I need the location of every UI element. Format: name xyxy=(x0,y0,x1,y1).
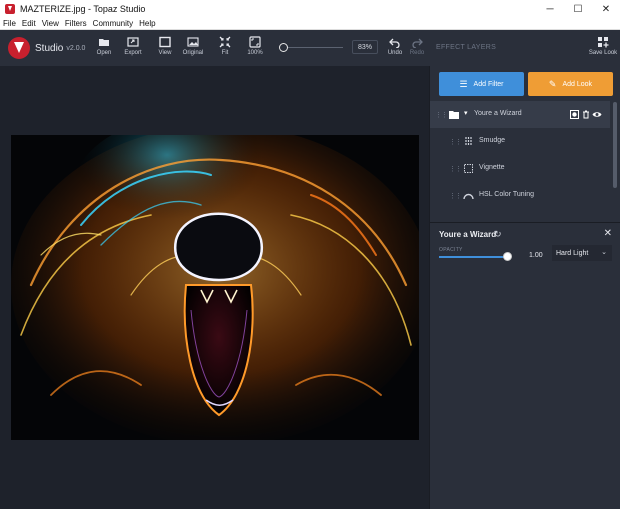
menu-edit[interactable]: Edit xyxy=(19,19,39,28)
add-filter-label: Add Filter xyxy=(473,80,504,88)
redo-icon xyxy=(412,38,423,48)
view-label: View xyxy=(158,50,172,56)
zoom-slider-handle[interactable] xyxy=(279,43,288,52)
layer-name: Vignette xyxy=(479,164,505,171)
effects-panel: ☰ Add Filter ✎ Add Look ⋮⋮ ▾ Youre a Wiz… xyxy=(429,66,620,509)
drag-handle-icon[interactable]: ⋮⋮ xyxy=(435,111,448,119)
save-look-icon xyxy=(598,37,609,48)
studio-name: Studio xyxy=(35,42,64,54)
export-icon xyxy=(127,37,139,47)
redo-button[interactable]: Redo xyxy=(404,36,430,56)
menu-bar: File Edit View Filters Community Help xyxy=(0,18,620,30)
actual-size-label: 100% xyxy=(247,50,263,56)
layer-list: ⋮⋮ ▾ Youre a Wizard ⋮⋮ Smudge ⋮⋮ Vignett… xyxy=(430,101,610,219)
menu-help[interactable]: Help xyxy=(136,19,158,28)
smudge-icon xyxy=(465,137,472,146)
open-label: Open xyxy=(96,50,112,56)
actual-size-icon xyxy=(249,36,261,48)
menu-community[interactable]: Community xyxy=(90,19,136,28)
menu-filters[interactable]: Filters xyxy=(62,19,90,28)
close-window-button[interactable]: ✕ xyxy=(592,0,620,18)
save-look-button[interactable]: Save Look xyxy=(588,36,618,56)
properties-title: Youre a Wizard xyxy=(439,230,497,239)
export-label: Export xyxy=(124,50,142,56)
save-look-label: Save Look xyxy=(588,50,618,56)
zoom-level[interactable]: 83% xyxy=(352,40,378,54)
window-controls: ─ ☐ ✕ xyxy=(536,0,620,18)
export-button[interactable]: Export xyxy=(120,36,146,56)
drag-handle-icon[interactable]: ⋮⋮ xyxy=(449,192,462,200)
effect-layers-heading: EFFECT LAYERS xyxy=(436,44,497,51)
add-look-button[interactable]: ✎ Add Look xyxy=(528,72,613,96)
drag-handle-icon[interactable]: ⋮⋮ xyxy=(449,165,462,173)
image-icon xyxy=(187,37,199,47)
original-label: Original xyxy=(182,50,204,56)
layer-name: HSL Color Tuning xyxy=(479,191,534,198)
bear-photo[interactable] xyxy=(11,135,419,440)
add-filter-button[interactable]: ☰ Add Filter xyxy=(439,72,524,96)
layer-row-hsl[interactable]: ⋮⋮ HSL Color Tuning xyxy=(430,182,610,209)
layer-name: Smudge xyxy=(479,137,506,144)
app-logo-icon xyxy=(5,4,15,14)
title-bar: MAZTERIZE.jpg - Topaz Studio ─ ☐ ✕ xyxy=(0,0,620,18)
view-button[interactable]: View xyxy=(152,36,178,56)
maximize-button[interactable]: ☐ xyxy=(564,0,592,18)
vignette-icon xyxy=(464,164,473,173)
actual-size-button[interactable]: 100% xyxy=(242,36,268,56)
folder-icon xyxy=(449,111,459,119)
drag-handle-icon[interactable]: ⋮⋮ xyxy=(449,138,462,146)
studio-logo-icon xyxy=(8,37,30,59)
chevron-down-icon: ⌄ xyxy=(601,249,607,256)
reset-icon[interactable]: ↻ xyxy=(494,229,502,240)
add-look-label: Add Look xyxy=(562,80,593,88)
mask-icon[interactable] xyxy=(570,110,579,119)
opacity-label: OPACITY xyxy=(439,247,463,253)
layer-row-vignette[interactable]: ⋮⋮ Vignette xyxy=(430,155,610,182)
menu-file[interactable]: File xyxy=(0,19,19,28)
filter-list-icon: ☰ xyxy=(459,78,468,89)
studio-version: v2.0.0 xyxy=(66,44,86,52)
blend-mode-value: Hard Light xyxy=(556,249,589,257)
redo-label: Redo xyxy=(409,50,425,56)
menu-view[interactable]: View xyxy=(39,19,62,28)
bear-artwork xyxy=(11,135,419,440)
opacity-slider-handle[interactable] xyxy=(503,252,512,261)
blend-mode-select[interactable]: Hard Light ⌄ xyxy=(552,245,612,261)
brush-icon: ✎ xyxy=(548,78,557,89)
folder-icon xyxy=(99,39,109,46)
collapse-arrow-icon[interactable]: ▾ xyxy=(464,109,468,117)
layer-list-scrollbar[interactable] xyxy=(613,102,617,188)
zoom-slider-track[interactable] xyxy=(283,47,343,48)
opacity-value[interactable]: 1.00 xyxy=(529,252,543,259)
view-icon xyxy=(159,36,171,48)
fit-icon xyxy=(219,36,231,48)
layer-properties: Youre a Wizard ↻ ✕ OPACITY 1.00 Hard Lig… xyxy=(430,222,620,509)
undo-icon xyxy=(389,38,400,48)
trash-icon[interactable] xyxy=(582,110,590,119)
layer-group-name: Youre a Wizard xyxy=(474,110,522,117)
original-button[interactable]: Original xyxy=(180,36,206,56)
minimize-button[interactable]: ─ xyxy=(536,0,564,18)
layer-row-smudge[interactable]: ⋮⋮ Smudge xyxy=(430,128,610,155)
open-button[interactable]: Open xyxy=(91,36,117,56)
window-title: MAZTERIZE.jpg - Topaz Studio xyxy=(20,4,146,14)
layer-group-row[interactable]: ⋮⋮ ▾ Youre a Wizard xyxy=(430,101,610,128)
fit-button[interactable]: Fit xyxy=(212,36,238,56)
fit-label: Fit xyxy=(221,50,229,56)
opacity-slider[interactable] xyxy=(439,256,511,258)
canvas-area[interactable] xyxy=(0,66,429,509)
eye-icon[interactable] xyxy=(592,110,602,119)
undo-label: Undo xyxy=(387,50,403,56)
opacity-slider-fill xyxy=(439,256,511,258)
hsl-icon xyxy=(463,193,474,199)
close-icon[interactable]: ✕ xyxy=(604,228,612,239)
